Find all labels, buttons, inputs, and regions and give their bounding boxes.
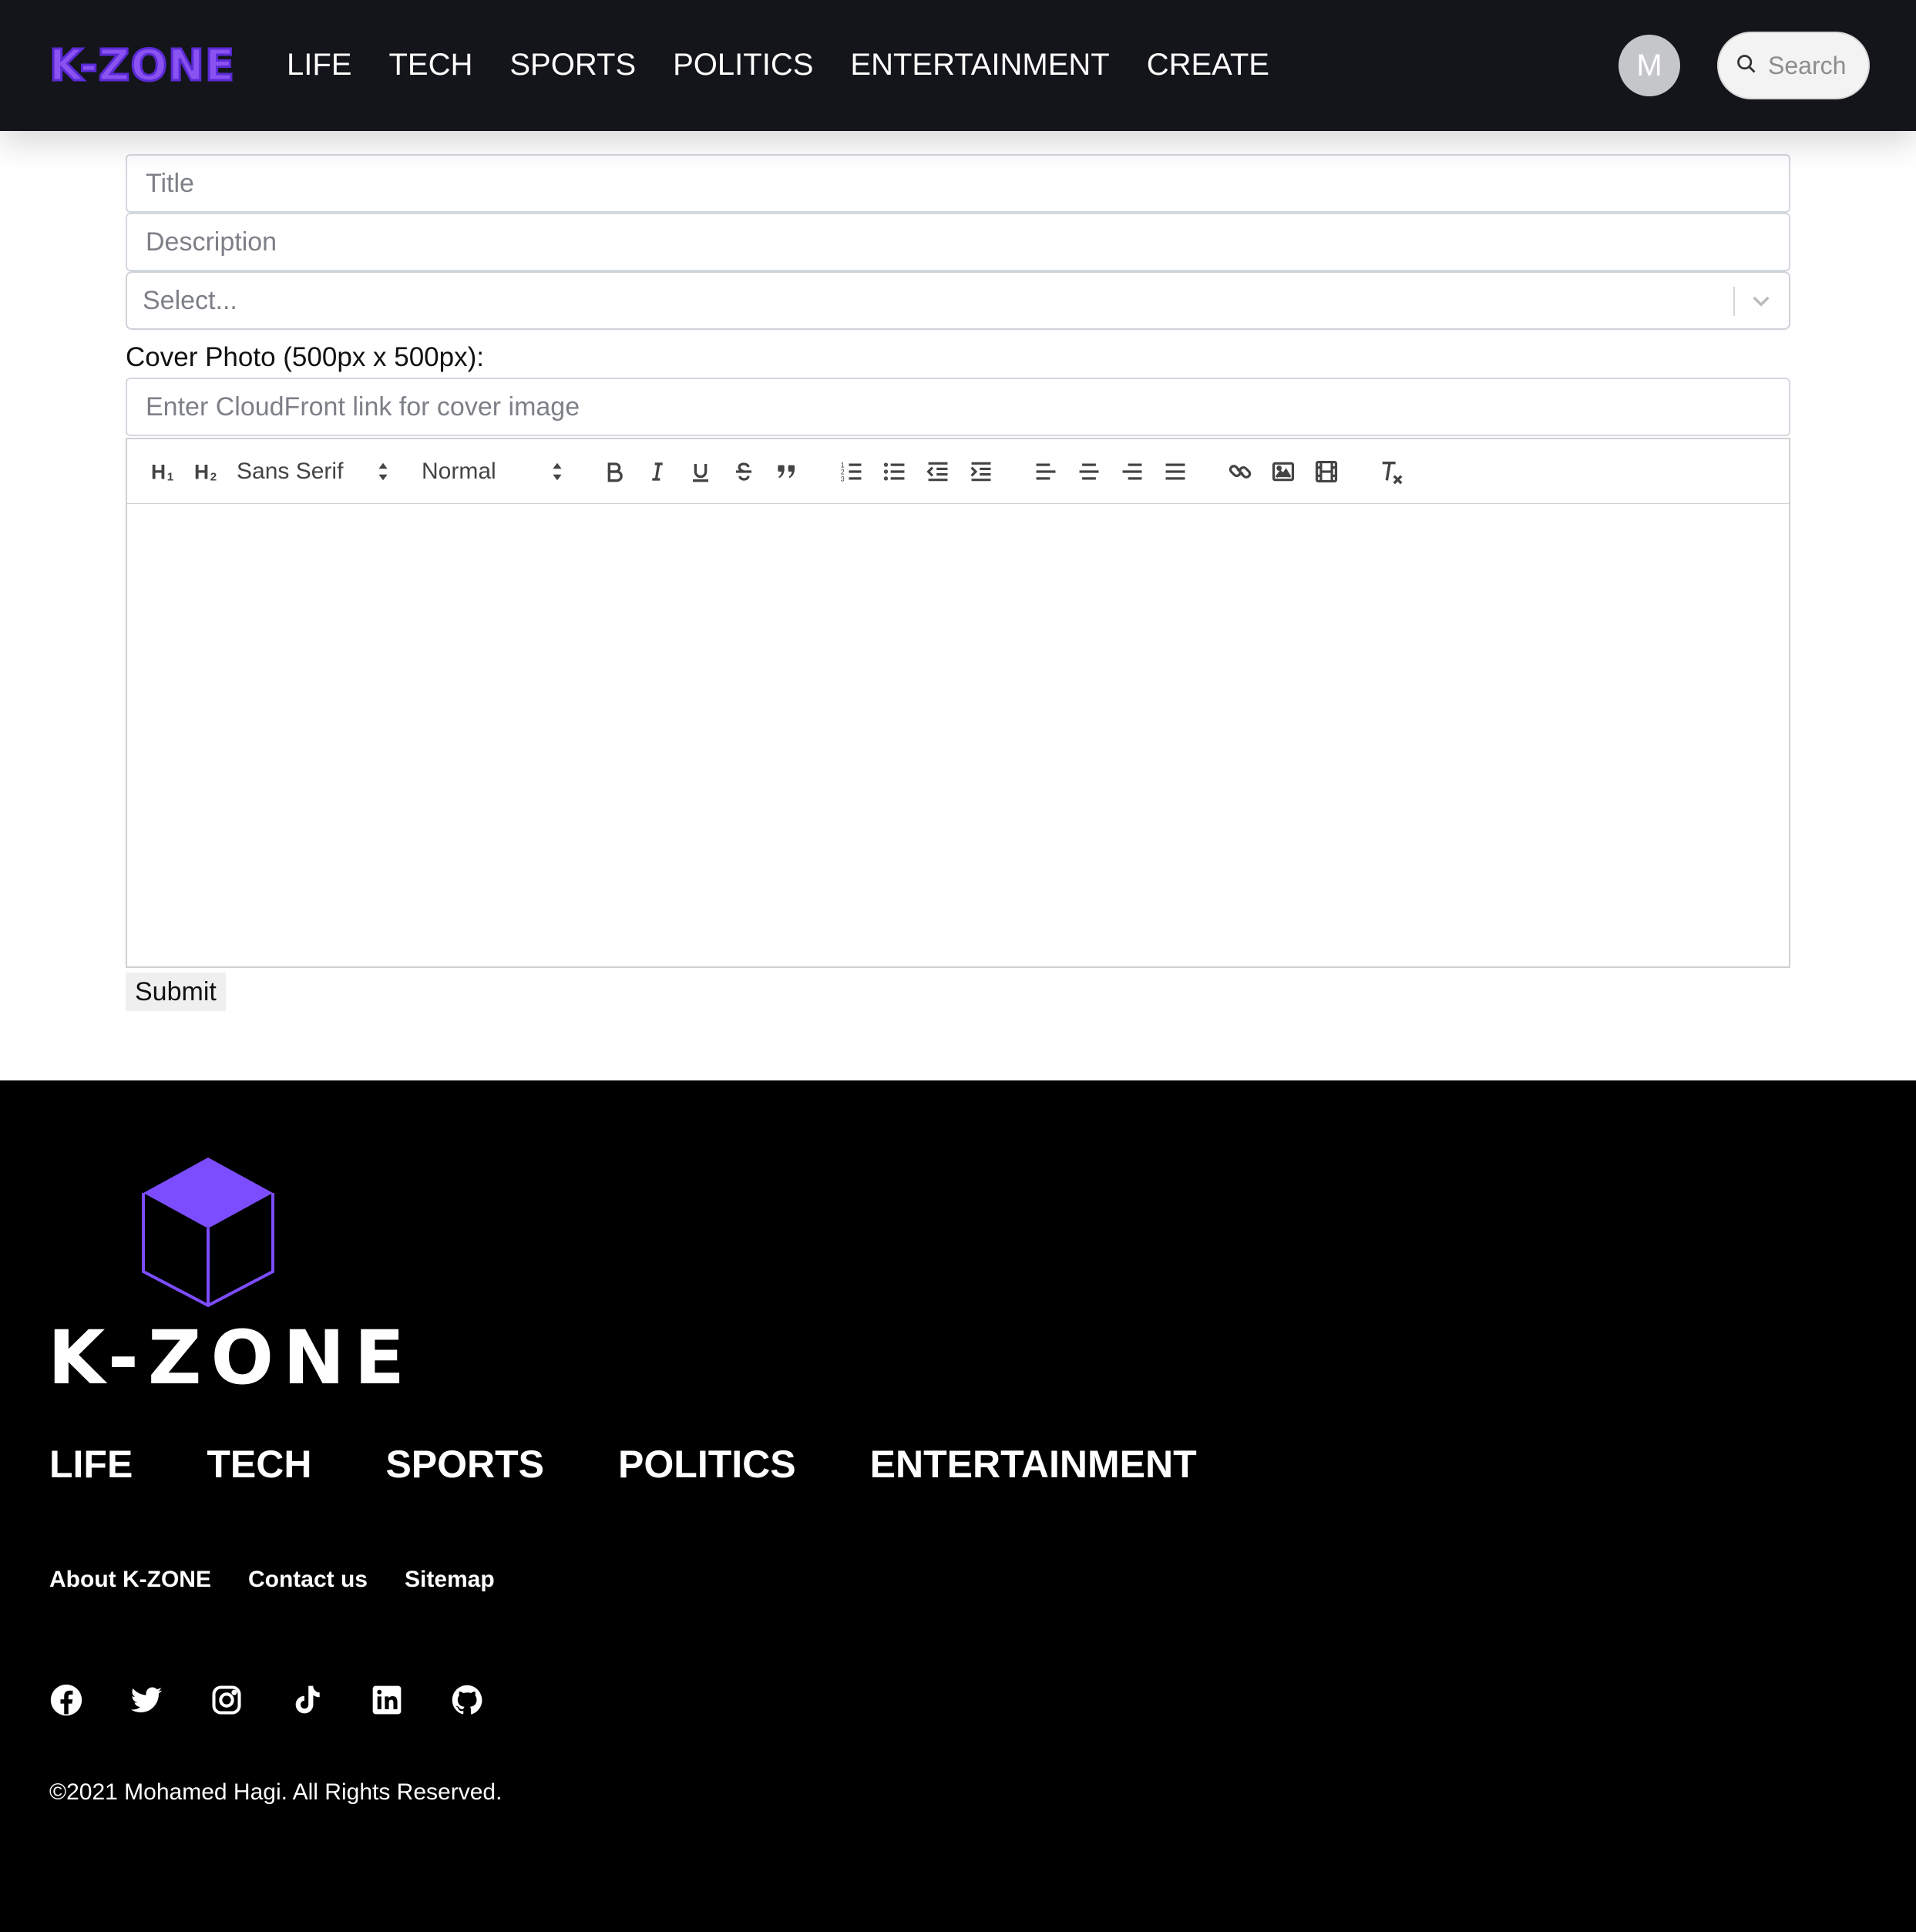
linkedin-icon[interactable]	[370, 1683, 404, 1717]
picker-arrows-icon	[553, 462, 562, 480]
editor-toolbar: H1 H2 Sans Serif Normal 123	[126, 438, 1790, 504]
font-picker[interactable]: Sans Serif	[229, 450, 391, 493]
underline-icon[interactable]	[679, 450, 722, 493]
align-right-icon[interactable]	[1111, 450, 1154, 493]
align-center-icon[interactable]	[1067, 450, 1111, 493]
top-navbar: K-ZONE LIFE TECH SPORTS POLITICS ENTERTA…	[0, 0, 1916, 131]
bold-icon[interactable]	[593, 450, 636, 493]
search-icon	[1736, 53, 1757, 79]
main-nav: LIFE TECH SPORTS POLITICS ENTERTAINMENT …	[287, 43, 1306, 86]
social-links	[49, 1683, 530, 1717]
clear-format-icon[interactable]	[1370, 450, 1413, 493]
align-justify-icon[interactable]	[1154, 450, 1197, 493]
font-picker-label: Sans Serif	[237, 458, 344, 484]
footer-links: About K-ZONE Contact us Sitemap	[49, 1564, 532, 1595]
italic-icon[interactable]	[636, 450, 679, 493]
rich-text-editor[interactable]	[126, 504, 1790, 968]
github-icon[interactable]	[450, 1683, 484, 1717]
header2-button[interactable]: H2	[186, 450, 229, 493]
search-box[interactable]	[1717, 32, 1870, 99]
footer-nav-sports[interactable]: SPORTS	[385, 1441, 544, 1487]
user-avatar[interactable]: M	[1619, 35, 1680, 96]
cover-photo-label: Cover Photo (500px x 500px):	[126, 342, 484, 372]
facebook-icon[interactable]	[49, 1683, 83, 1717]
copyright-text: ©2021 Mohamed Hagi. All Rights Reserved.	[49, 1779, 503, 1805]
nav-create[interactable]: CREATE	[1147, 43, 1269, 86]
footer-nav: LIFE TECH SPORTS POLITICS ENTERTAINMENT	[49, 1441, 1271, 1487]
title-input[interactable]	[126, 154, 1790, 213]
nav-sports[interactable]: SPORTS	[509, 43, 636, 86]
size-picker[interactable]: Normal	[414, 450, 565, 493]
category-select[interactable]: Select...	[126, 271, 1790, 330]
description-input[interactable]	[126, 213, 1790, 271]
select-placeholder: Select...	[143, 286, 237, 315]
select-separator	[1733, 287, 1735, 316]
ordered-list-icon[interactable]: 123	[830, 450, 873, 493]
footer-nav-entertainment[interactable]: ENTERTAINMENT	[870, 1441, 1197, 1487]
svg-text:H: H	[151, 460, 166, 483]
instagram-icon[interactable]	[210, 1683, 244, 1717]
footer-logo[interactable]: K-ZONE	[48, 1319, 414, 1396]
about-link[interactable]: About K-ZONE	[49, 1564, 211, 1595]
submit-button[interactable]: Submit	[126, 973, 226, 1011]
image-icon[interactable]	[1262, 450, 1305, 493]
svg-text:1: 1	[167, 470, 173, 483]
indent-icon[interactable]	[960, 450, 1003, 493]
footer-nav-life[interactable]: LIFE	[49, 1441, 133, 1487]
search-input[interactable]	[1768, 51, 1861, 80]
size-picker-label: Normal	[422, 458, 496, 484]
cover-image-input[interactable]	[126, 378, 1790, 436]
svg-text:H: H	[194, 460, 209, 483]
cube-logo-icon	[142, 1158, 274, 1307]
align-left-icon[interactable]	[1024, 450, 1067, 493]
header1-button[interactable]: H1	[143, 450, 186, 493]
svg-text:3: 3	[841, 475, 845, 482]
svg-text:2: 2	[210, 470, 217, 483]
video-icon[interactable]	[1305, 450, 1348, 493]
bullet-list-icon[interactable]	[873, 450, 916, 493]
strikethrough-icon[interactable]	[722, 450, 765, 493]
site-logo[interactable]: K-ZONE	[48, 40, 235, 92]
tiktok-icon[interactable]	[290, 1683, 324, 1717]
nav-politics[interactable]: POLITICS	[673, 43, 813, 86]
link-icon[interactable]	[1219, 450, 1262, 493]
create-post-form: Select... Cover Photo (500px x 500px): H…	[126, 154, 1790, 1011]
footer-nav-tech[interactable]: TECH	[207, 1441, 311, 1487]
nav-life[interactable]: LIFE	[287, 43, 351, 86]
nav-entertainment[interactable]: ENTERTAINMENT	[850, 43, 1109, 86]
chevron-down-icon[interactable]	[1749, 288, 1773, 317]
blockquote-icon[interactable]	[765, 450, 808, 493]
footer-nav-politics[interactable]: POLITICS	[618, 1441, 796, 1487]
outdent-icon[interactable]	[916, 450, 960, 493]
sitemap-link[interactable]: Sitemap	[405, 1564, 495, 1595]
twitter-icon[interactable]	[129, 1683, 163, 1717]
picker-arrows-icon	[378, 462, 388, 480]
nav-tech[interactable]: TECH	[388, 43, 472, 86]
contact-link[interactable]: Contact us	[248, 1564, 368, 1595]
